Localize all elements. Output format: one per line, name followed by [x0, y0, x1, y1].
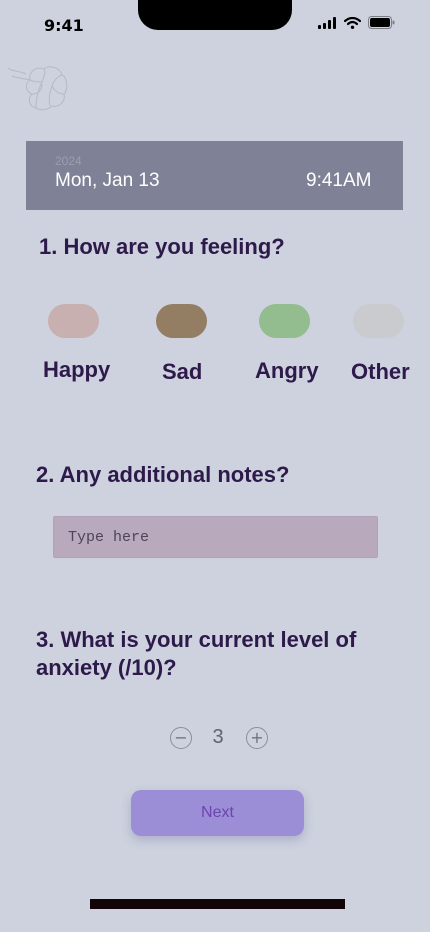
home-indicator[interactable]	[90, 899, 345, 909]
status-bar-icons	[318, 16, 395, 29]
brain-logo-icon	[7, 66, 68, 111]
mood-option-sad[interactable]	[156, 304, 207, 338]
cellular-signal-icon	[318, 16, 336, 29]
question-notes-title: 2. Any additional notes?	[36, 462, 290, 487]
mood-label-other[interactable]: Other	[351, 359, 410, 385]
mood-label-angry[interactable]: Angry	[255, 358, 319, 384]
mood-option-happy[interactable]	[48, 304, 99, 338]
next-button[interactable]: Next	[131, 790, 304, 836]
anxiety-level-value: 3	[212, 726, 224, 748]
notes-input[interactable]	[53, 516, 378, 558]
mood-label-sad[interactable]: Sad	[162, 359, 202, 385]
battery-icon	[368, 16, 395, 29]
question-feeling-title: 1. How are you feeling?	[39, 234, 285, 259]
decrement-button[interactable]: −	[170, 727, 192, 749]
wifi-icon	[344, 16, 361, 29]
question-anxiety-title: 3. What is your current level of anxiety…	[36, 627, 357, 680]
banner-year: 2024	[55, 154, 82, 168]
increment-button[interactable]: +	[246, 727, 268, 749]
mood-label-happy[interactable]: Happy	[43, 357, 110, 383]
banner-time: 9:41AM	[306, 170, 372, 191]
device-notch	[138, 0, 292, 30]
minus-icon: −	[174, 728, 188, 747]
mood-option-angry[interactable]	[259, 304, 310, 338]
status-bar-time: 9:41	[44, 16, 84, 35]
banner-date: Mon, Jan 13	[55, 170, 160, 191]
mood-option-other[interactable]	[353, 304, 404, 338]
next-button-label: Next	[201, 804, 234, 821]
plus-icon: +	[250, 728, 264, 747]
